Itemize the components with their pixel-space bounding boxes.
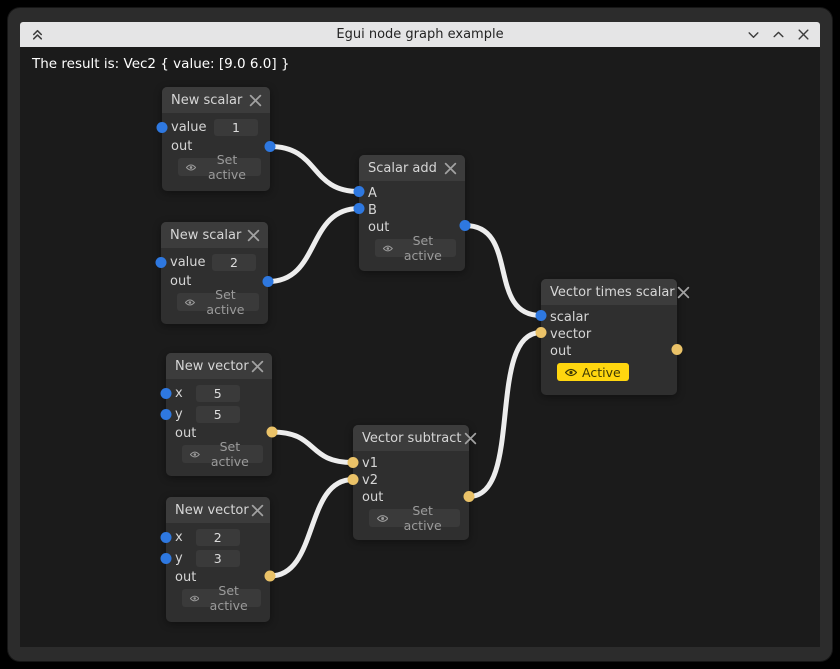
close-node-icon[interactable] [677,285,691,299]
output-label: out [362,490,383,505]
node-new-vector-1[interactable]: New vector x 5 y 5 out Set active [166,353,272,476]
minimize-button[interactable] [746,28,760,42]
node-new-vector-2[interactable]: New vector x 2 y 3 out Set active [166,497,270,622]
input-label: x [175,530,183,545]
input-label: value [171,120,207,135]
output-label: out [170,274,191,289]
input-label: B [368,203,377,218]
close-node-icon[interactable] [248,93,262,107]
node-title: New vector [175,503,249,518]
port-new-vector-2-out[interactable] [265,571,276,582]
port-new-scalar-2-value[interactable] [156,257,167,268]
eye-icon [186,163,196,172]
app-window: Egui node graph example The result is: V… [8,8,832,661]
port-new-vector-2-x[interactable] [161,532,172,543]
eye-icon [190,594,199,603]
input-label: vector [550,327,591,342]
close-button[interactable] [796,28,810,42]
port-vector-subtract-out[interactable] [464,491,475,502]
output-label: out [175,426,196,441]
port-scalar-add-B[interactable] [354,203,365,214]
port-vector-subtract-v2[interactable] [348,474,359,485]
input-label: scalar [550,310,589,325]
node-new-scalar-1[interactable]: New scalar value 1 out Set active [162,87,270,191]
input-label: y [175,407,183,422]
input-label: v1 [362,456,378,471]
set-active-button[interactable]: Set active [182,445,263,463]
wire-vector2-to-sub-v2 [270,480,353,577]
close-node-icon[interactable] [251,359,265,373]
wire-sub-to-times-vector [469,333,541,497]
port-times-scalar-out[interactable] [672,344,683,355]
wire-add-to-times-scalar [465,226,541,316]
set-active-button[interactable]: Set active [177,293,259,311]
x-input[interactable]: 2 [196,529,240,546]
y-input[interactable]: 5 [196,406,240,423]
port-new-vector-1-x[interactable] [161,388,172,399]
port-scalar-add-out[interactable] [460,220,471,231]
port-new-vector-1-out[interactable] [267,427,278,438]
y-input[interactable]: 3 [196,550,240,567]
node-scalar-add[interactable]: Scalar add A B out Set active [359,155,465,271]
port-new-scalar-1-out[interactable] [265,141,276,152]
graph-canvas[interactable]: The result is: Vec2 { value: [9.0 6.0] }… [20,47,820,647]
desktop-background: Egui node graph example The result is: V… [0,0,840,669]
node-title: Scalar add [368,161,437,176]
node-title: New scalar [170,228,241,243]
eye-icon [190,450,200,459]
set-active-button[interactable]: Set active [178,158,261,176]
eye-icon [565,368,577,377]
port-new-vector-2-y[interactable] [161,553,172,564]
wire-scalar1-to-addA [270,147,359,192]
node-title: New scalar [171,93,242,108]
window-titlebar[interactable]: Egui node graph example [20,22,820,47]
node-vector-times-scalar[interactable]: Vector times scalar scalar vector out Ac… [541,279,677,395]
close-node-icon[interactable] [463,431,477,445]
input-label: A [368,186,377,201]
output-label: out [171,139,192,154]
wire-vector1-to-sub-v1 [272,432,353,463]
node-title: Vector times scalar [550,285,675,300]
port-vector-subtract-v1[interactable] [348,457,359,468]
result-text: The result is: Vec2 { value: [9.0 6.0] } [32,56,290,72]
port-new-scalar-1-value[interactable] [157,122,168,133]
wire-scalar2-to-addB [268,209,359,282]
active-button[interactable]: Active [557,363,629,381]
port-scalar-add-A[interactable] [354,186,365,197]
x-input[interactable]: 5 [196,385,240,402]
close-node-icon[interactable] [443,161,457,175]
wires-layer [20,47,820,647]
value-input[interactable]: 1 [214,119,258,136]
port-times-scalar-vector[interactable] [536,327,547,338]
eye-icon [377,514,388,523]
port-new-scalar-2-out[interactable] [263,276,274,287]
close-node-icon[interactable] [251,503,265,517]
set-active-button[interactable]: Set active [182,589,261,607]
output-label: out [550,344,571,359]
input-label: y [175,551,183,566]
port-new-vector-1-y[interactable] [161,409,172,420]
input-label: x [175,386,183,401]
node-new-scalar-2[interactable]: New scalar value 2 out Set active [161,222,268,324]
eye-icon [383,244,393,253]
window-title: Egui node graph example [20,27,820,42]
node-title: New vector [175,359,249,374]
eye-icon [185,298,195,307]
node-title: Vector subtract [362,431,461,446]
close-node-icon[interactable] [246,228,260,242]
set-active-button[interactable]: Set active [375,239,456,257]
output-label: out [175,570,196,585]
input-label: v2 [362,473,378,488]
port-times-scalar-scalar[interactable] [536,310,547,321]
input-label: value [170,255,206,270]
node-vector-subtract[interactable]: Vector subtract v1 v2 out Set active [353,425,469,540]
value-input[interactable]: 2 [212,254,256,271]
set-active-button[interactable]: Set active [369,509,460,527]
maximize-button[interactable] [771,28,785,42]
output-label: out [368,220,389,235]
